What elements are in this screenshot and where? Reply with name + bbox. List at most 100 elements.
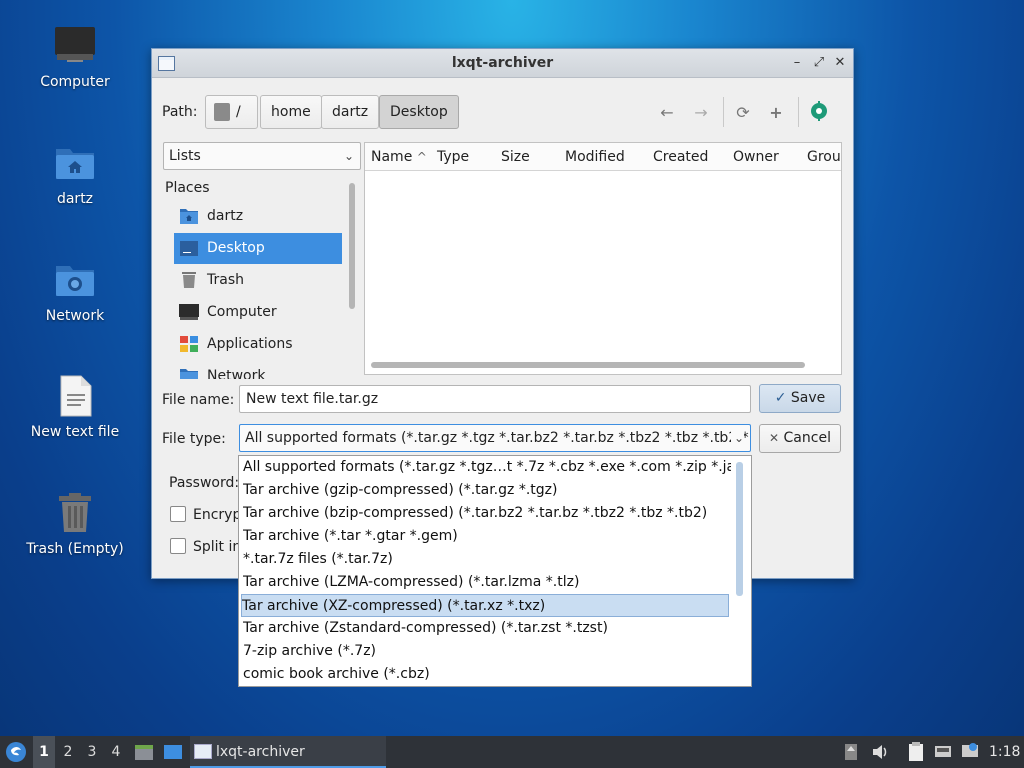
horizontal-scrollbar[interactable] (371, 362, 805, 368)
volume-icon[interactable] (870, 736, 890, 768)
column-label: Size (501, 149, 530, 165)
desktop-switch-2[interactable]: 2 (57, 736, 79, 768)
desktop-switch-4[interactable]: 4 (105, 736, 127, 768)
column-label: Modified (565, 149, 625, 165)
file-type-value: All supported formats (*.tar.gz *.tgz *.… (245, 430, 751, 446)
file-manager-launcher-icon[interactable] (133, 736, 155, 768)
crumb-desktop[interactable]: Desktop (379, 95, 459, 129)
file-type-option[interactable]: All supported formats (*.tar.gz *.tgz…t … (243, 456, 731, 479)
column-label: Grou (807, 149, 841, 165)
crumb-home[interactable]: home (260, 95, 322, 129)
desktop-icon-new-text-file[interactable]: New text file (20, 374, 130, 440)
clock[interactable]: 1:18 (989, 736, 1020, 768)
column-header-type[interactable]: Type (431, 143, 496, 171)
cancel-x-icon: ✕ (769, 431, 780, 445)
text-file-icon (53, 374, 97, 418)
window-title: lxqt-archiver (451, 55, 554, 71)
crumb-dartz[interactable]: dartz (321, 95, 380, 129)
place-applications[interactable]: Applications (174, 329, 342, 360)
file-type-dropdown-list[interactable]: All supported formats (*.tar.gz *.tgz…t … (238, 455, 752, 687)
back-arrow-icon[interactable]: ← (656, 102, 678, 124)
column-label: Owner (733, 149, 779, 165)
archiver-logo-icon[interactable] (809, 101, 829, 121)
desktop-icon-network[interactable]: Network (20, 258, 130, 324)
place-trash[interactable]: Trash (174, 265, 342, 296)
desktop-icon-trash[interactable]: Trash (Empty) (20, 491, 130, 557)
place-computer[interactable]: Computer (174, 297, 342, 328)
dropdown-scrollbar[interactable] (736, 462, 743, 596)
applications-icon (180, 336, 198, 352)
checkmark-icon: ✓ (774, 390, 787, 406)
file-type-option[interactable]: 7-zip archive (*.7z) (243, 640, 731, 663)
place-network[interactable]: Network (174, 361, 342, 379)
show-desktop-icon[interactable] (162, 736, 184, 768)
side-panel-mode-select[interactable]: Lists ⌄ (163, 142, 361, 170)
file-type-option[interactable]: comic book archive (*.cbz) (243, 663, 731, 686)
save-button[interactable]: ✓ Save (759, 384, 841, 413)
forward-arrow-icon[interactable]: → (690, 102, 712, 124)
file-type-option-selected[interactable]: Tar archive (XZ-compressed) (*.tar.xz *.… (241, 594, 729, 617)
desktop-switch-1[interactable]: 1 (33, 736, 55, 768)
home-folder-icon (53, 141, 97, 185)
file-name-input[interactable]: New text file.tar.gz (239, 385, 751, 413)
toolbar-separator (723, 97, 724, 127)
network-icon[interactable] (933, 736, 953, 768)
column-header-name[interactable]: Name ^ (365, 143, 432, 171)
restore-button[interactable]: ⤢ (811, 54, 827, 72)
computer-icon (179, 304, 199, 320)
crumb-label: home (271, 104, 311, 120)
desktop-icon-dartz[interactable]: dartz (20, 141, 130, 207)
place-desktop[interactable]: Desktop (174, 233, 342, 264)
file-type-label: File type: (162, 431, 226, 447)
desktop-icon-label: Network (45, 308, 105, 324)
file-type-option[interactable]: Tar archive (Zstandard-compressed) (*.ta… (243, 617, 731, 640)
new-folder-icon[interactable]: + (765, 102, 787, 124)
task-label: lxqt-archiver (216, 744, 305, 760)
drive-icon (214, 103, 230, 121)
file-type-option[interactable]: Tar archive (bzip-compressed) (*.tar.bz2… (243, 502, 731, 525)
start-menu-icon[interactable] (4, 736, 28, 768)
encrypt-checkbox[interactable] (170, 506, 186, 522)
desktop-icon-label: dartz (56, 191, 94, 207)
column-label: Type (437, 149, 470, 165)
place-label: Network (207, 368, 266, 379)
column-header-size[interactable]: Size (495, 143, 560, 171)
column-label: Name (371, 149, 413, 165)
crumb-root[interactable]: / (205, 95, 258, 129)
file-type-option[interactable]: Tar archive (gzip-compressed) (*.tar.gz … (243, 479, 731, 502)
computer-icon (53, 24, 97, 68)
trash-icon (182, 272, 196, 288)
password-label: Password: (169, 475, 240, 491)
column-header-owner[interactable]: Owner (727, 143, 802, 171)
clipboard-icon[interactable] (906, 736, 926, 768)
tray-arrow-icon[interactable] (843, 736, 859, 768)
desktop-switch-3[interactable]: 3 (81, 736, 103, 768)
task-lxqt-archiver[interactable]: lxqt-archiver (190, 736, 386, 768)
archive-file-list[interactable]: Name ^ Type Size Modified Created Owner … (364, 142, 842, 375)
column-header-modified[interactable]: Modified (559, 143, 648, 171)
column-header-created[interactable]: Created (647, 143, 728, 171)
cancel-label: Cancel (783, 430, 831, 446)
refresh-icon[interactable]: ⟳ (732, 102, 754, 124)
column-label: Created (653, 149, 709, 165)
home-folder-icon (180, 209, 198, 224)
notification-icon[interactable] (960, 736, 980, 768)
places-scrollbar[interactable] (349, 183, 355, 309)
column-header-group[interactable]: Grou (801, 143, 841, 171)
file-type-select[interactable]: All supported formats (*.tar.gz *.tgz *.… (239, 424, 751, 452)
split-checkbox[interactable] (170, 538, 186, 554)
place-label: Trash (207, 272, 244, 288)
file-type-option[interactable]: Tar archive (LZMA-compressed) (*.tar.lzm… (243, 571, 731, 594)
cancel-button[interactable]: ✕ Cancel (759, 424, 841, 453)
desktop-icon-computer[interactable]: Computer (20, 24, 130, 90)
place-dartz[interactable]: dartz (174, 201, 342, 232)
file-type-option[interactable]: *.tar.7z files (*.tar.7z) (243, 548, 731, 571)
close-button[interactable]: ✕ (832, 54, 848, 72)
network-folder-icon (180, 369, 198, 379)
places-heading: Places (165, 180, 210, 196)
file-type-option[interactable]: Tar archive (*.tar *.gtar *.gem) (243, 525, 731, 548)
side-panel-mode-value: Lists (169, 148, 201, 164)
titlebar[interactable]: lxqt-archiver – ⤢ ✕ (152, 49, 853, 78)
minimize-button[interactable]: – (789, 54, 805, 72)
place-label: dartz (207, 208, 244, 224)
